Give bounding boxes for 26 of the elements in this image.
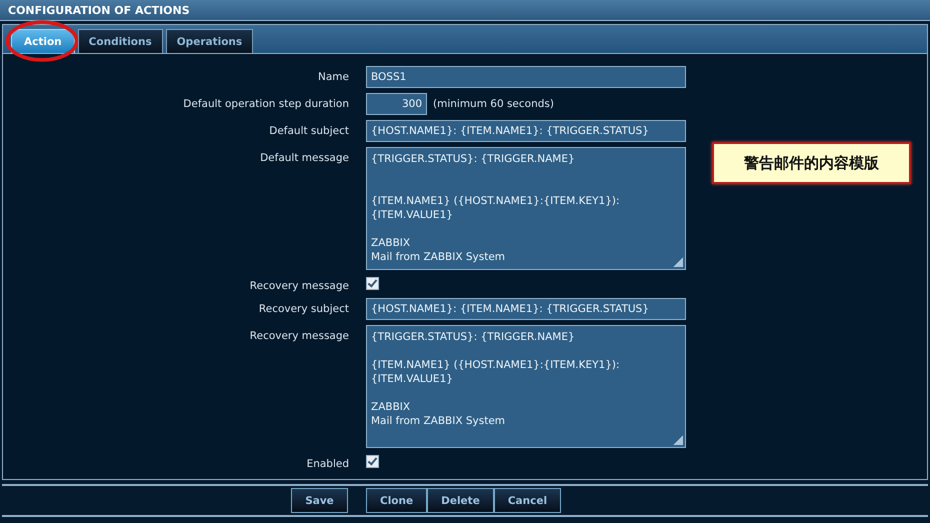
field-label: Name	[317, 70, 349, 83]
field-label: Default message	[259, 151, 349, 164]
action-button[interactable]: Delete	[427, 488, 494, 513]
field-label: Default operation step duration	[182, 97, 349, 110]
tab[interactable]: Conditions	[78, 29, 163, 53]
callout-text: 警告邮件的内容模版	[744, 154, 879, 172]
number-field[interactable]: 300	[366, 93, 427, 115]
action-button[interactable]: Clone	[366, 488, 428, 513]
message-field[interactable]: {TRIGGER.STATUS}: {TRIGGER.NAME} {ITEM.NAME1} ({HOST.NAME1}:{ITEM.KEY1}): {ITEM.VALUE1} ZABBIX Mail from ZABBIX System	[366, 325, 686, 448]
tab[interactable]: Action	[11, 29, 75, 53]
field-label: Enabled	[306, 457, 349, 470]
field-label: Recovery message	[248, 329, 349, 342]
checkbox[interactable]	[366, 455, 379, 468]
action-button[interactable]: Save	[291, 488, 348, 513]
checkbox[interactable]	[366, 277, 379, 290]
message-field[interactable]: {TRIGGER.STATUS}: {TRIGGER.NAME} {ITEM.NAME1} ({HOST.NAME1}:{ITEM.KEY1}): {ITEM.VALUE1} ZABBIX Mail from ZABBIX System	[366, 147, 686, 270]
field-label: Recovery message	[248, 279, 349, 292]
field-label: Default subject	[268, 124, 349, 137]
hint-text: (minimum 60 seconds)	[433, 98, 554, 110]
text-field[interactable]: BOSS1	[366, 66, 686, 88]
action-button[interactable]: Cancel	[494, 488, 562, 513]
text-field[interactable]: {HOST.NAME1}: {ITEM.NAME1}: {TRIGGER.STATUS}	[366, 120, 686, 142]
page-title: CONFIGURATION OF ACTIONS	[8, 4, 190, 16]
tab[interactable]: Operations	[166, 29, 254, 53]
field-label: Recovery subject	[258, 302, 349, 315]
text-field[interactable]: {HOST.NAME1}: {ITEM.NAME1}: {TRIGGER.STATUS}	[366, 298, 686, 320]
